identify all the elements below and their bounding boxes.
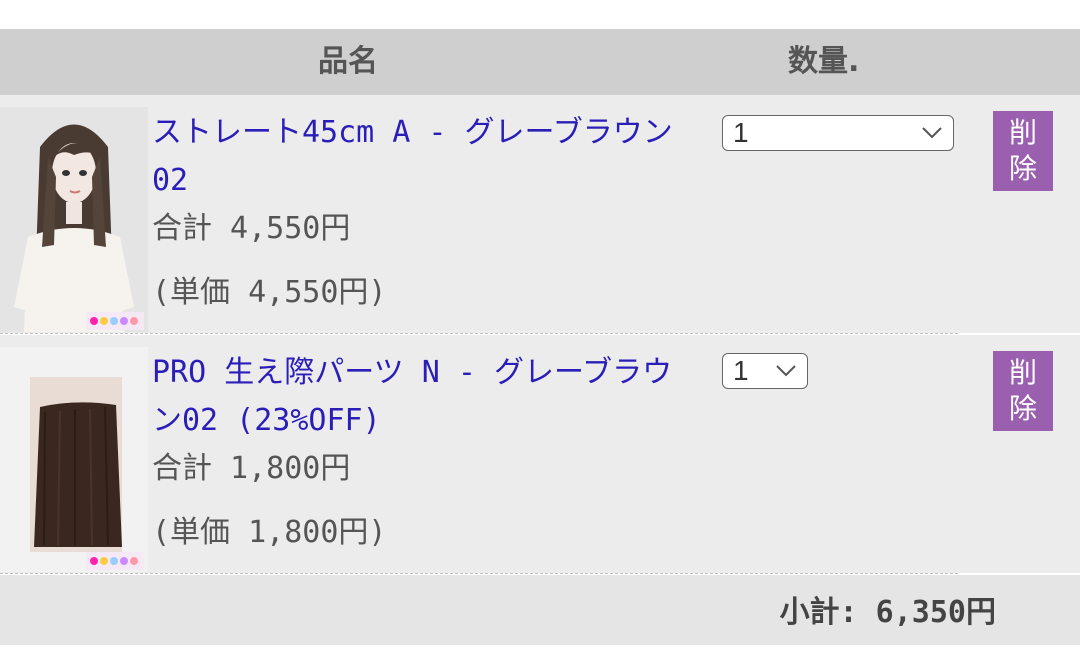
cart-header: 品名 数量. <box>0 29 1080 95</box>
wig-model-image <box>0 107 148 332</box>
quantity-value: 1 <box>733 117 749 148</box>
item-unit-price: (単価 1,800円) <box>152 515 387 550</box>
delete-label-bottom: 除 <box>1008 152 1037 185</box>
product-link[interactable]: PRO 生え際パーツ N - グレーブラウン02 (23%OFF) <box>152 349 697 445</box>
quantity-select[interactable]: 1 <box>722 353 808 389</box>
row-divider <box>0 333 958 334</box>
header-quantity: 数量. <box>788 44 860 79</box>
cart-item: ストレート45cm A - グレーブラウン02 合計 4,550円 (単価 4,… <box>0 95 1080 333</box>
item-unit-price: (単価 4,550円) <box>152 275 387 310</box>
hair-piece-image <box>0 347 148 572</box>
quantity-select[interactable]: 1 <box>722 115 954 151</box>
delete-button[interactable]: 削 除 <box>993 351 1053 431</box>
subtotal: 小計: 6,350円 <box>779 595 996 630</box>
item-total: 合計 4,550円 <box>152 211 351 246</box>
product-thumbnail[interactable] <box>0 347 148 572</box>
header-product-name: 品名 <box>318 44 378 79</box>
delete-label-top: 削 <box>1008 116 1037 149</box>
product-link[interactable]: ストレート45cm A - グレーブラウン02 <box>152 109 697 205</box>
subtotal-bar: 小計: 6,350円 <box>0 575 1080 645</box>
quantity-value: 1 <box>733 355 749 386</box>
row-divider <box>0 573 958 574</box>
product-thumbnail[interactable] <box>0 107 148 332</box>
delete-label-bottom: 除 <box>1008 392 1037 425</box>
chevron-down-icon <box>922 127 942 139</box>
item-total: 合計 1,800円 <box>152 451 351 486</box>
delete-button[interactable]: 削 除 <box>993 111 1053 191</box>
delete-label-top: 削 <box>1008 356 1037 389</box>
cart-item: PRO 生え際パーツ N - グレーブラウン02 (23%OFF) 合計 1,8… <box>0 335 1080 573</box>
chevron-down-icon <box>776 365 796 377</box>
